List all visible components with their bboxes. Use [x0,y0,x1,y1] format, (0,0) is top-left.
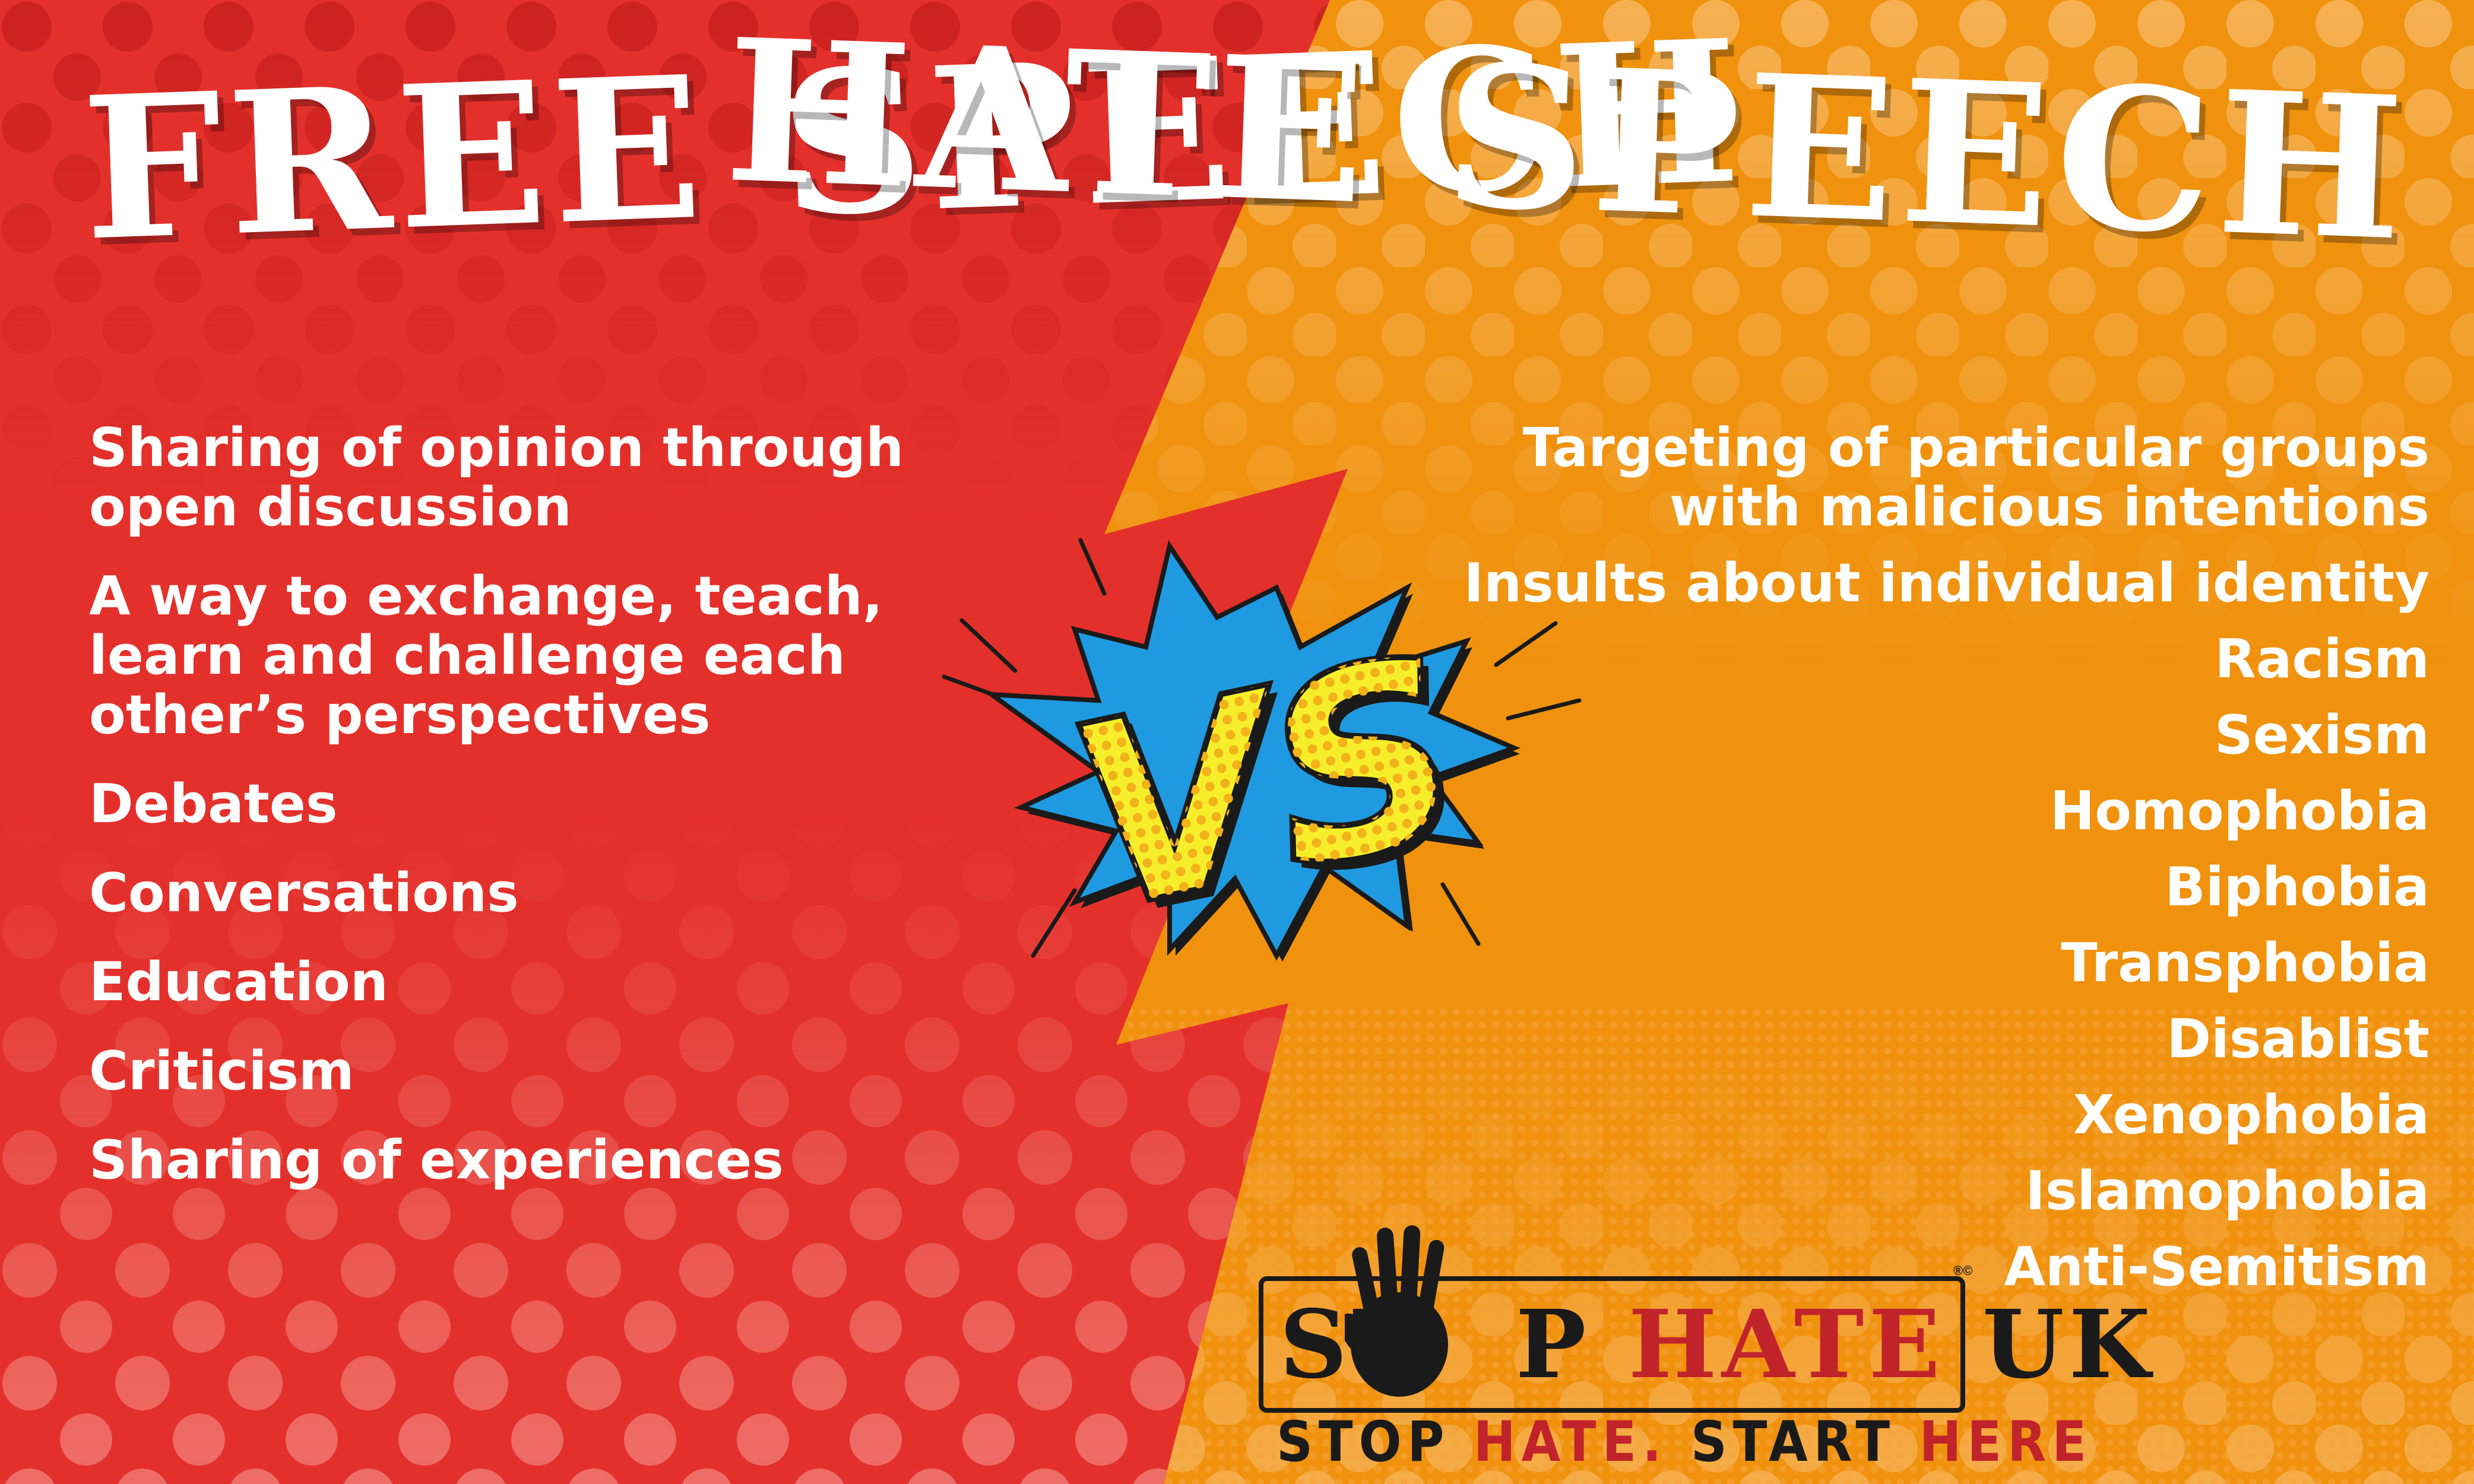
hate-speech-item: Disablist [2166,1008,2429,1070]
free-speech-item: Sharing of experiences [89,1129,784,1191]
free-speech-item: Criticism [89,1040,354,1102]
free-speech-list: Sharing of opinion through open discussi… [89,418,1009,1220]
free-speech-item: Conversations [89,862,519,924]
free-speech-item: Sharing of opinion through open discussi… [89,417,904,538]
free-speech-item: Debates [89,773,338,835]
stop-hate-uk-logo: ST P HATE UK ®© STOP HATE. START HERE [1253,1223,2150,1472]
free-speech-item: A way to exchange, teach, learn and chal… [89,565,883,746]
free-speech-item: Education [89,951,388,1013]
hate-speech-item: Islamophobia [2025,1160,2429,1222]
hate-speech-title: HATE SPEECH [722,0,2413,284]
logo-wordmark: ST P HATE UK [1279,1290,2155,1400]
logo-tagline: STOP HATE. START HERE [1276,1410,2093,1475]
vs-burst-icon: VS VS VS [942,538,1582,978]
hate-speech-item: Xenophobia [2073,1084,2429,1146]
registered-mark: ®© [1953,1263,1973,1278]
